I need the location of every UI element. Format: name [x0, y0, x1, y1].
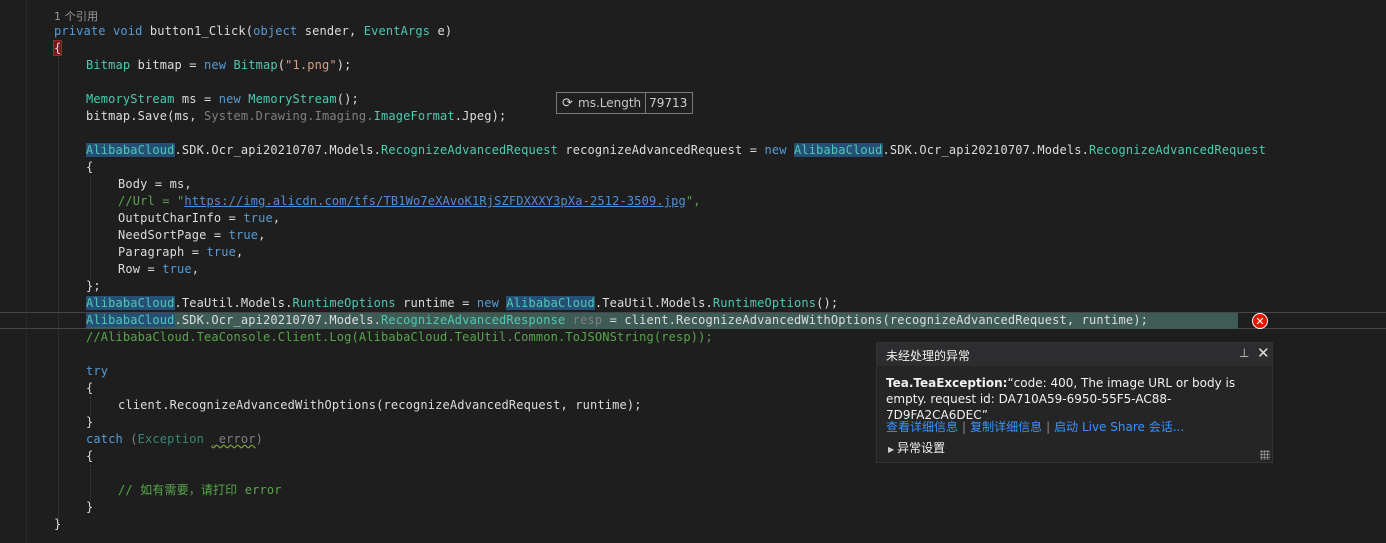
code-line-needsortpage: NeedSortPage = true, [118, 228, 266, 242]
code-line-row: Row = true, [118, 262, 200, 276]
code-line-catch: catch (Exception _error) [86, 432, 263, 446]
method-signature: private void button1_Click(object sender… [54, 24, 453, 38]
error-glyph-icon[interactable]: ✕ [1252, 313, 1268, 329]
popup-header: 未经处理的异常 ⊥ ✕ [877, 343, 1272, 366]
refresh-icon[interactable]: ⟳ [562, 96, 578, 111]
expand-triangle-icon: ▶ [888, 445, 895, 454]
brace-line: { [86, 449, 94, 463]
code-line-request: AlibabaCloud.SDK.Ocr_api20210707.Models.… [86, 143, 1266, 157]
exception-links: 查看详细信息 | 复制详细信息 | 启动 Live Share 会话... [886, 420, 1185, 434]
brace-line: } [86, 415, 94, 429]
exception-settings-expander[interactable]: ▶ 异常设置 [888, 439, 945, 456]
code-line-url-comment: //Url = "https://img.alicdn.com/tfs/TB1W… [118, 194, 701, 208]
brace-line: { [86, 160, 94, 174]
brace-line: }; [86, 279, 101, 293]
code-line-memorystream: MemoryStream ms = new MemoryStream(); [86, 92, 359, 106]
code-line-try: try [86, 364, 109, 378]
code-line-outputcharinfo: OutputCharInfo = true, [118, 211, 281, 225]
view-details-link[interactable]: 查看详细信息 [886, 420, 958, 434]
code-line-paragraph: Paragraph = true, [118, 245, 244, 259]
copy-details-link[interactable]: 复制详细信息 [970, 420, 1042, 434]
code-line-response-exception: AlibabaCloud.SDK.Ocr_api20210707.Models.… [86, 313, 1148, 327]
brace-line: } [86, 500, 94, 514]
code-line-runtime: AlibabaCloud.TeaUtil.Models.RuntimeOptio… [86, 296, 839, 310]
code-line-body: Body = ms, [118, 177, 192, 191]
code-line-bitmap: Bitmap bitmap = new Bitmap("1.png"); [86, 58, 352, 72]
exception-message: Tea.TeaException:“code: 400, The image U… [886, 376, 1236, 422]
datatip-ms-length[interactable]: ⟳ ms.Length 79713 [556, 92, 694, 114]
resize-grip-icon[interactable] [1260, 450, 1270, 460]
close-brace-line: } [54, 517, 62, 531]
open-brace-line: { [52, 40, 63, 56]
popup-title: 未经处理的异常 [886, 349, 971, 363]
indent-guide [58, 57, 59, 527]
brace-line: { [86, 381, 94, 395]
pin-icon[interactable]: ⊥ [1239, 346, 1249, 360]
indent-guide [90, 176, 91, 279]
start-live-share-link[interactable]: 启动 Live Share 会话... [1054, 420, 1184, 434]
code-line-todo-comment: // 如有需要，请打印 error [118, 483, 282, 497]
url-link[interactable]: https://img.alicdn.com/tfs/TB1Wo7eXAvoK1… [184, 194, 685, 208]
code-line-save: bitmap.Save(ms, System.Drawing.Imaging.I… [86, 109, 507, 123]
code-line-console-comment: //AlibabaCloud.TeaConsole.Client.Log(Ali… [86, 330, 713, 344]
exception-helper-popup: 未经处理的异常 ⊥ ✕ Tea.TeaException:“code: 400,… [876, 342, 1273, 463]
margin-guide [26, 0, 27, 543]
indent-guide [90, 465, 91, 501]
indent-guide [90, 397, 91, 415]
close-icon[interactable]: ✕ [1257, 344, 1270, 362]
code-line-call: client.RecognizeAdvancedWithOptions(reco… [118, 398, 642, 412]
